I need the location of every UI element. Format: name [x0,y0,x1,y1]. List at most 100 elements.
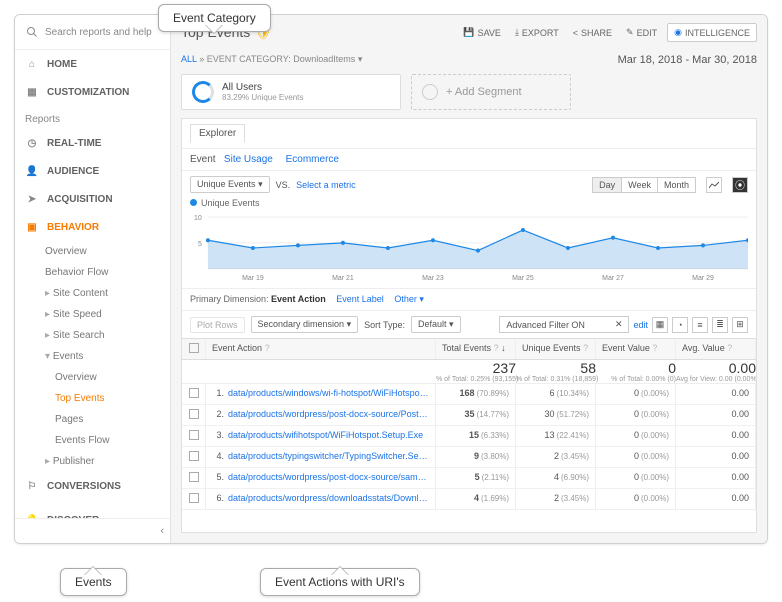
row-checkbox[interactable] [189,430,199,440]
select-all-checkbox[interactable] [189,343,199,353]
view-performance-icon[interactable]: ≡ [692,317,708,333]
dim-event-label[interactable]: Event Label [336,294,384,304]
nav-events-overview[interactable]: Overview [15,367,170,388]
date-range[interactable]: Mar 18, 2018 - Mar 30, 2018 [618,54,757,66]
acquisition-icon: ➤ [25,192,39,206]
row-checkbox[interactable] [189,388,199,398]
segments: All Users 83.29% Unique Events + Add Seg… [171,66,767,118]
chevron-left-icon: ‹ [160,525,164,537]
flag-icon: ⚐ [25,479,39,493]
nav-events[interactable]: ▾ Events [15,346,170,367]
callout-event-category: Event Category [158,4,271,32]
svg-text:Mar 21: Mar 21 [332,274,354,282]
view-pivot-icon[interactable]: ⊞ [732,317,748,333]
secondary-dimension[interactable]: Secondary dimension ▾ [251,316,359,333]
dim-event-action[interactable]: Event Action [271,294,326,304]
col-total-events[interactable]: Total Events ? ↓ [436,339,516,359]
view-percentage-icon[interactable]: ◔ [672,317,688,333]
intelligence-button[interactable]: ◉INTELLIGENCE [667,23,757,42]
chevron-down-icon[interactable]: ▾ [358,54,363,64]
behavior-icon: ▣ [25,220,39,234]
export-button[interactable]: ⤓EXPORT [511,25,563,40]
data-table: Event Action ? Total Events ? ↓ Unique E… [182,338,756,532]
event-action-link[interactable]: 1.data/products/windows/wi-fi-hotspot/Wi… [206,384,436,404]
col-avg-value[interactable]: Avg. Value ? [676,339,756,359]
callout-events: Events [60,568,127,596]
event-action-link[interactable]: 4.data/products/typingswitcher/TypingSwi… [206,447,436,467]
chart-controls: Unique Events ▾ VS. Select a metric Day … [182,171,756,198]
nav-conversions[interactable]: ⚐CONVERSIONS [15,472,170,500]
table-row: 5.data/products/wordpress/post-docx-sour… [182,468,756,489]
primary-dimension: Primary Dimension: Event Action Event La… [182,288,756,310]
nav-acquisition[interactable]: ➤ACQUISITION [15,185,170,213]
chart-type-motion[interactable]: ⦿ [732,177,748,193]
svg-text:Mar 23: Mar 23 [422,274,444,282]
help-icon[interactable]: ? [583,343,588,353]
plot-rows-button[interactable]: Plot Rows [190,317,245,333]
search-placeholder: Search reports and help [45,27,152,38]
col-event-action[interactable]: Event Action ? [206,339,436,359]
event-action-link[interactable]: 5.data/products/wordpress/post-docx-sour… [206,468,436,488]
event-action-link[interactable]: 6.data/products/wordpress/downloadsstats… [206,489,436,509]
col-event-value[interactable]: Event Value ? [596,339,676,359]
row-checkbox[interactable] [189,451,199,461]
nav-audience[interactable]: 👤AUDIENCE [15,157,170,185]
breadcrumb-value[interactable]: DownloadItems [293,54,355,64]
help-icon[interactable]: ? [265,343,270,353]
collapse-sidebar[interactable]: ‹ [15,518,170,543]
share-button[interactable]: <SHARE [569,26,616,40]
view-table-icon[interactable]: ▦ [652,317,668,333]
nav-top-events[interactable]: Top Events [15,388,170,409]
select-metric[interactable]: Select a metric [296,180,356,190]
nav-realtime[interactable]: ◷REAL-TIME [15,129,170,157]
tab-explorer[interactable]: Explorer [190,124,245,143]
help-icon[interactable]: ? [494,343,499,353]
nav-events-flow[interactable]: Events Flow [15,430,170,451]
nav-site-content[interactable]: ▸ Site Content [15,283,170,304]
sort-type[interactable]: Default ▾ [411,316,461,333]
nav-behavior[interactable]: ▣BEHAVIOR [15,213,170,241]
subtab-ecommerce[interactable]: Ecommerce [286,154,339,165]
save-button[interactable]: 💾SAVE [459,25,505,40]
nav-site-speed[interactable]: ▸ Site Speed [15,304,170,325]
search-row[interactable]: Search reports and help [15,15,170,50]
help-icon[interactable]: ? [727,343,732,353]
gran-day[interactable]: Day [592,177,622,193]
gran-month[interactable]: Month [657,177,696,193]
nav-events-pages[interactable]: Pages [15,409,170,430]
nav-customization[interactable]: ▦CUSTOMIZATION [15,78,170,106]
nav-site-search[interactable]: ▸ Site Search [15,325,170,346]
share-icon: < [573,28,578,38]
nav-behavior-flow[interactable]: Behavior Flow [15,262,170,283]
reports-heading: Reports [15,106,170,129]
nav-overview[interactable]: Overview [15,241,170,262]
circle-icon [422,84,438,100]
filter-edit[interactable]: edit [633,320,648,330]
nav-publisher[interactable]: ▸ Publisher [15,451,170,472]
event-action-link[interactable]: 3.data/products/wifihotspot/WiFiHotspot.… [206,426,436,446]
clock-icon: ◷ [25,136,39,150]
breadcrumb-all[interactable]: ALL [181,54,197,64]
close-icon[interactable]: ✕ [615,319,623,330]
gran-week[interactable]: Week [621,177,658,193]
view-comparison-icon[interactable]: ≣ [712,317,728,333]
subtab-event[interactable]: Event [190,154,216,165]
pencil-icon: ✎ [626,27,634,38]
segment-all-users[interactable]: All Users 83.29% Unique Events [181,74,401,110]
subtab-site-usage[interactable]: Site Usage [224,154,273,165]
nav-home[interactable]: ⌂HOME [15,50,170,78]
row-checkbox[interactable] [189,472,199,482]
advanced-filter[interactable]: Advanced Filter ON✕ [499,316,629,333]
row-checkbox[interactable] [189,409,199,419]
dim-other[interactable]: Other ▾ [394,294,424,304]
metric-selector[interactable]: Unique Events ▾ [190,176,270,193]
col-unique-events[interactable]: Unique Events ? [516,339,596,359]
event-action-link[interactable]: 2.data/products/wordpress/post-docx-sour… [206,405,436,425]
svg-text:Mar 27: Mar 27 [602,274,624,282]
help-icon[interactable]: ? [652,343,657,353]
segment-add[interactable]: + Add Segment [411,74,571,110]
nav-discover[interactable]: 💡DISCOVER [15,506,170,518]
edit-button[interactable]: ✎EDIT [622,25,661,40]
row-checkbox[interactable] [189,493,199,503]
chart-type-line[interactable] [706,177,722,193]
